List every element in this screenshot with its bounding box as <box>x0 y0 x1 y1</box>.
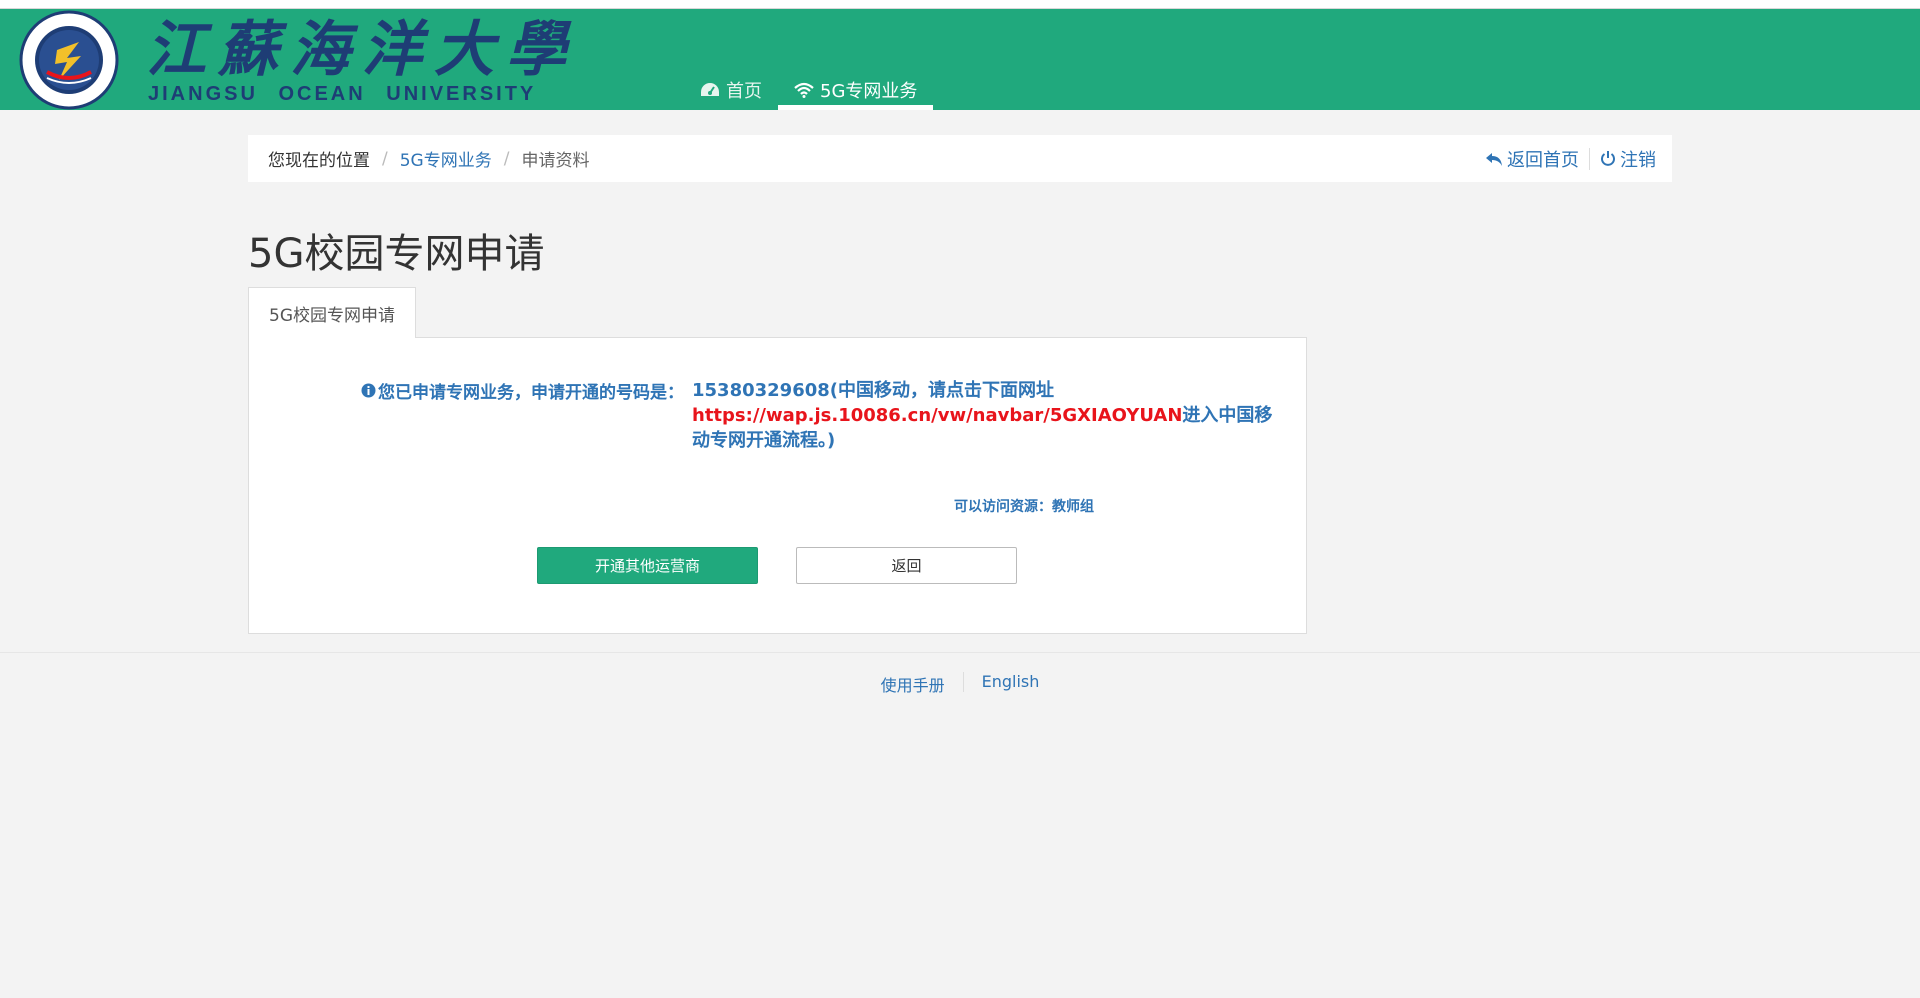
info-circle-icon <box>361 383 376 398</box>
site-header: 江蘇海洋大學 JIANGSU OCEAN UNIVERSITY 首页 5G专网业… <box>0 9 1920 110</box>
application-panel: 您已申请专网业务，申请开通的号码是： 15380329608(中国移动，请点击下… <box>248 337 1307 634</box>
breadcrumb-bar: 您现在的位置 / 5G专网业务 / 申请资料 返回首页 注销 <box>248 135 1672 182</box>
back-home-label: 返回首页 <box>1507 149 1579 171</box>
breadcrumb-here-label: 您现在的位置 <box>268 151 370 171</box>
dashboard-icon <box>701 83 719 96</box>
back-button[interactable]: 返回 <box>796 547 1017 584</box>
breadcrumb-link-5g[interactable]: 5G专网业务 <box>400 146 492 171</box>
message-body: 15380329608(中国移动，请点击下面网址 https://wap.js.… <box>692 378 1282 453</box>
breadcrumb-current: 申请资料 <box>521 151 590 171</box>
nav-item-home[interactable]: 首页 <box>684 72 778 108</box>
wifi-icon <box>794 82 814 98</box>
message-label: 您已申请专网业务，申请开通的号码是： <box>361 378 684 403</box>
university-logo <box>17 10 123 111</box>
back-home-link[interactable]: 返回首页 <box>1485 146 1579 172</box>
footer: 使用手册 English <box>0 672 1920 696</box>
header-actions: 返回首页 注销 <box>1485 135 1656 182</box>
english-link[interactable]: English <box>964 672 1058 696</box>
message-label-text: 您已申请专网业务，申请开通的号码是： <box>378 383 684 403</box>
actions-divider <box>1589 147 1590 170</box>
accessible-resources: 可以访问资源：教师组 <box>954 499 1094 515</box>
message-phone-text: 15380329608(中国移动，请点击下面网址 <box>692 380 1054 401</box>
page-title: 5G校园专网申请 <box>248 231 545 277</box>
nav-item-label: 5G专网业务 <box>820 81 918 102</box>
breadcrumb-separator: / <box>503 148 510 169</box>
top-border <box>0 0 1920 9</box>
main-nav: 首页 5G专网业务 <box>684 72 934 110</box>
nav-item-label: 首页 <box>726 81 762 102</box>
breadcrumb: 您现在的位置 / 5G专网业务 / 申请资料 <box>268 135 589 182</box>
brand-english-name: JIANGSU OCEAN UNIVERSITY <box>148 83 537 105</box>
brand-chinese-name: 江蘇海洋大學 <box>146 15 578 85</box>
reply-icon <box>1486 152 1502 166</box>
logout-link[interactable]: 注销 <box>1600 146 1656 172</box>
china-mobile-url-link[interactable]: https://wap.js.10086.cn/vw/navbar/5GXIAO… <box>692 405 1182 426</box>
breadcrumb-separator: / <box>382 148 388 169</box>
tab-5g-application[interactable]: 5G校园专网申请 <box>248 287 416 338</box>
power-icon <box>1601 151 1615 166</box>
nav-item-5g[interactable]: 5G专网业务 <box>778 72 934 110</box>
logout-label: 注销 <box>1620 149 1656 171</box>
user-manual-link[interactable]: 使用手册 <box>863 672 963 696</box>
open-other-carrier-button[interactable]: 开通其他运营商 <box>537 547 758 584</box>
footer-divider <box>0 652 1920 653</box>
